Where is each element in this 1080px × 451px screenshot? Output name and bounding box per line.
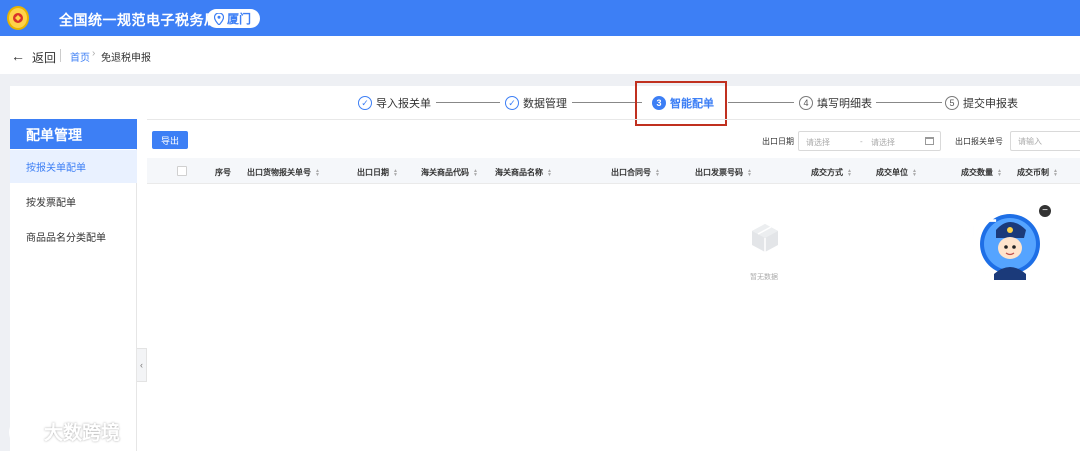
step-fill-detail[interactable]: 4 填写明细表	[799, 95, 872, 111]
step-label: 填写明细表	[817, 98, 872, 110]
table-header: 序号 出口货物报关单号 ▲ ▼ 出口日期 ▲ ▼ 海关商品代码 ▲ ▼ 海关商品名称 ▲ ▼ 出…	[147, 158, 1080, 184]
date-range-separator: -	[860, 137, 863, 146]
sort-icon[interactable]: ▲ ▼	[1053, 168, 1058, 177]
export-date-label: 出口日期	[762, 137, 794, 146]
date-start-placeholder: 请选择	[806, 138, 830, 147]
site-title: 全国统一规范电子税务局	[59, 12, 219, 28]
column-header[interactable]: 出口货物报关单号 ▲ ▼	[247, 167, 320, 178]
date-end-placeholder: 请选择	[871, 138, 895, 147]
widget-char: 征	[980, 205, 996, 224]
column-header[interactable]: 成交方式 ▲ ▼	[811, 167, 852, 178]
column-header[interactable]: 出口发票号码 ▲ ▼	[695, 167, 752, 178]
empty-state-text: 暂无数据	[750, 274, 778, 281]
sort-icon[interactable]: ▲ ▼	[315, 168, 320, 177]
sort-icon[interactable]: ▲ ▼	[547, 168, 552, 177]
column-header[interactable]: 出口日期 ▲ ▼	[357, 167, 398, 178]
breadcrumb-home-link[interactable]: 首页	[70, 49, 90, 64]
location-pin-icon	[214, 12, 224, 25]
breadcrumb-bar: ← 返回 首页 › 免退税申报	[0, 36, 1080, 74]
step-done-check-icon: ✓	[358, 96, 372, 110]
chevron-left-icon: ‹	[140, 360, 143, 370]
step-done-check-icon: ✓	[505, 96, 519, 110]
step-import-declaration[interactable]: ✓ 导入报关单	[358, 95, 431, 111]
sort-icon[interactable]: ▲ ▼	[393, 168, 398, 177]
sidebar-item-by-product-category[interactable]: 商品品名分类配单	[10, 220, 137, 253]
column-header[interactable]: 出口合同号 ▲ ▼	[611, 167, 660, 178]
breadcrumb-current: 免退税申报	[101, 53, 151, 64]
watermark-logo-icon	[9, 424, 36, 438]
divider	[60, 49, 61, 62]
step-connector	[876, 102, 942, 103]
city-selector[interactable]: 厦门	[207, 9, 261, 28]
step-label: 数据管理	[523, 98, 567, 110]
close-widget-button[interactable]: −	[1039, 205, 1051, 217]
back-button[interactable]: 返回	[32, 49, 56, 66]
tax-emblem-icon	[7, 6, 29, 30]
sort-icon[interactable]: ▲ ▼	[912, 168, 917, 177]
sort-icon[interactable]: ▲ ▼	[997, 168, 1002, 177]
sort-icon[interactable]: ▲ ▼	[473, 168, 478, 177]
step-label: 提交申报表	[963, 98, 1018, 110]
step-submit-declaration[interactable]: 5 提交申报表	[945, 95, 1018, 111]
city-label: 厦门	[227, 12, 252, 26]
column-header: 序号	[215, 168, 231, 177]
empty-box-icon	[752, 224, 778, 252]
sort-icon[interactable]: ▲ ▼	[847, 168, 852, 177]
sidebar-item-by-declaration[interactable]: 按报关单配单	[10, 150, 137, 183]
select-all-checkbox[interactable]	[177, 166, 187, 176]
tax-interaction-assistant-icon[interactable]: 征 纳 互 动	[948, 200, 1042, 288]
step-connector	[572, 102, 642, 103]
sidebar-collapse-toggle[interactable]: ‹	[137, 348, 147, 382]
watermark: 大数跨境	[8, 418, 120, 445]
export-date-range-picker[interactable]: 请选择 - 请选择	[798, 131, 941, 151]
sort-icon[interactable]: ▲ ▼	[655, 168, 660, 177]
step-number-icon: 4	[799, 96, 813, 110]
progress-steps: ✓ 导入报关单 ✓ 数据管理 3 智能配单 4 填写明细表 5 提交申报表	[10, 81, 1080, 126]
step-data-management[interactable]: ✓ 数据管理	[505, 95, 567, 111]
column-header[interactable]: 海关商品名称 ▲ ▼	[495, 167, 552, 178]
content-card: ✓ 导入报关单 ✓ 数据管理 3 智能配单 4 填写明细表 5 提交申报表 配单…	[10, 81, 1080, 451]
breadcrumb-separator: ›	[92, 48, 96, 59]
top-header: 全国统一规范电子税务局 厦门	[0, 0, 1080, 36]
sidebar-title: 配单管理	[10, 119, 137, 149]
step-label: 导入报关单	[376, 98, 431, 110]
widget-char: 互	[958, 243, 974, 262]
main-panel: 导出 出口日期 请选择 - 请选择 出口报关单号 请输入 序号 出口货物报关单号…	[147, 119, 1080, 451]
sort-icon[interactable]: ▲ ▼	[747, 168, 752, 177]
widget-char: 纳	[958, 221, 974, 240]
step-connector	[436, 102, 500, 103]
watermark-text: 大数跨境	[44, 423, 121, 444]
widget-char: 动	[972, 263, 988, 282]
column-header[interactable]: 成交单位 ▲ ▼	[876, 167, 917, 178]
declaration-no-input[interactable]: 请输入	[1010, 131, 1080, 151]
step-connector	[728, 102, 794, 103]
column-header[interactable]: 海关商品代码 ▲ ▼	[421, 167, 478, 178]
sidebar-item-by-invoice[interactable]: 按发票配单	[10, 185, 137, 218]
declaration-no-label: 出口报关单号	[955, 137, 1003, 146]
export-button[interactable]: 导出	[152, 131, 188, 149]
calendar-icon	[925, 137, 934, 145]
column-header[interactable]: 成交币制 ▲ ▼	[1017, 167, 1058, 178]
column-header[interactable]: 成交数量 ▲ ▼	[961, 167, 1002, 178]
step-number-icon: 5	[945, 96, 959, 110]
back-arrow-icon[interactable]: ←	[11, 48, 25, 64]
sidebar: 配单管理 按报关单配单 按发票配单 商品品名分类配单	[10, 119, 137, 451]
